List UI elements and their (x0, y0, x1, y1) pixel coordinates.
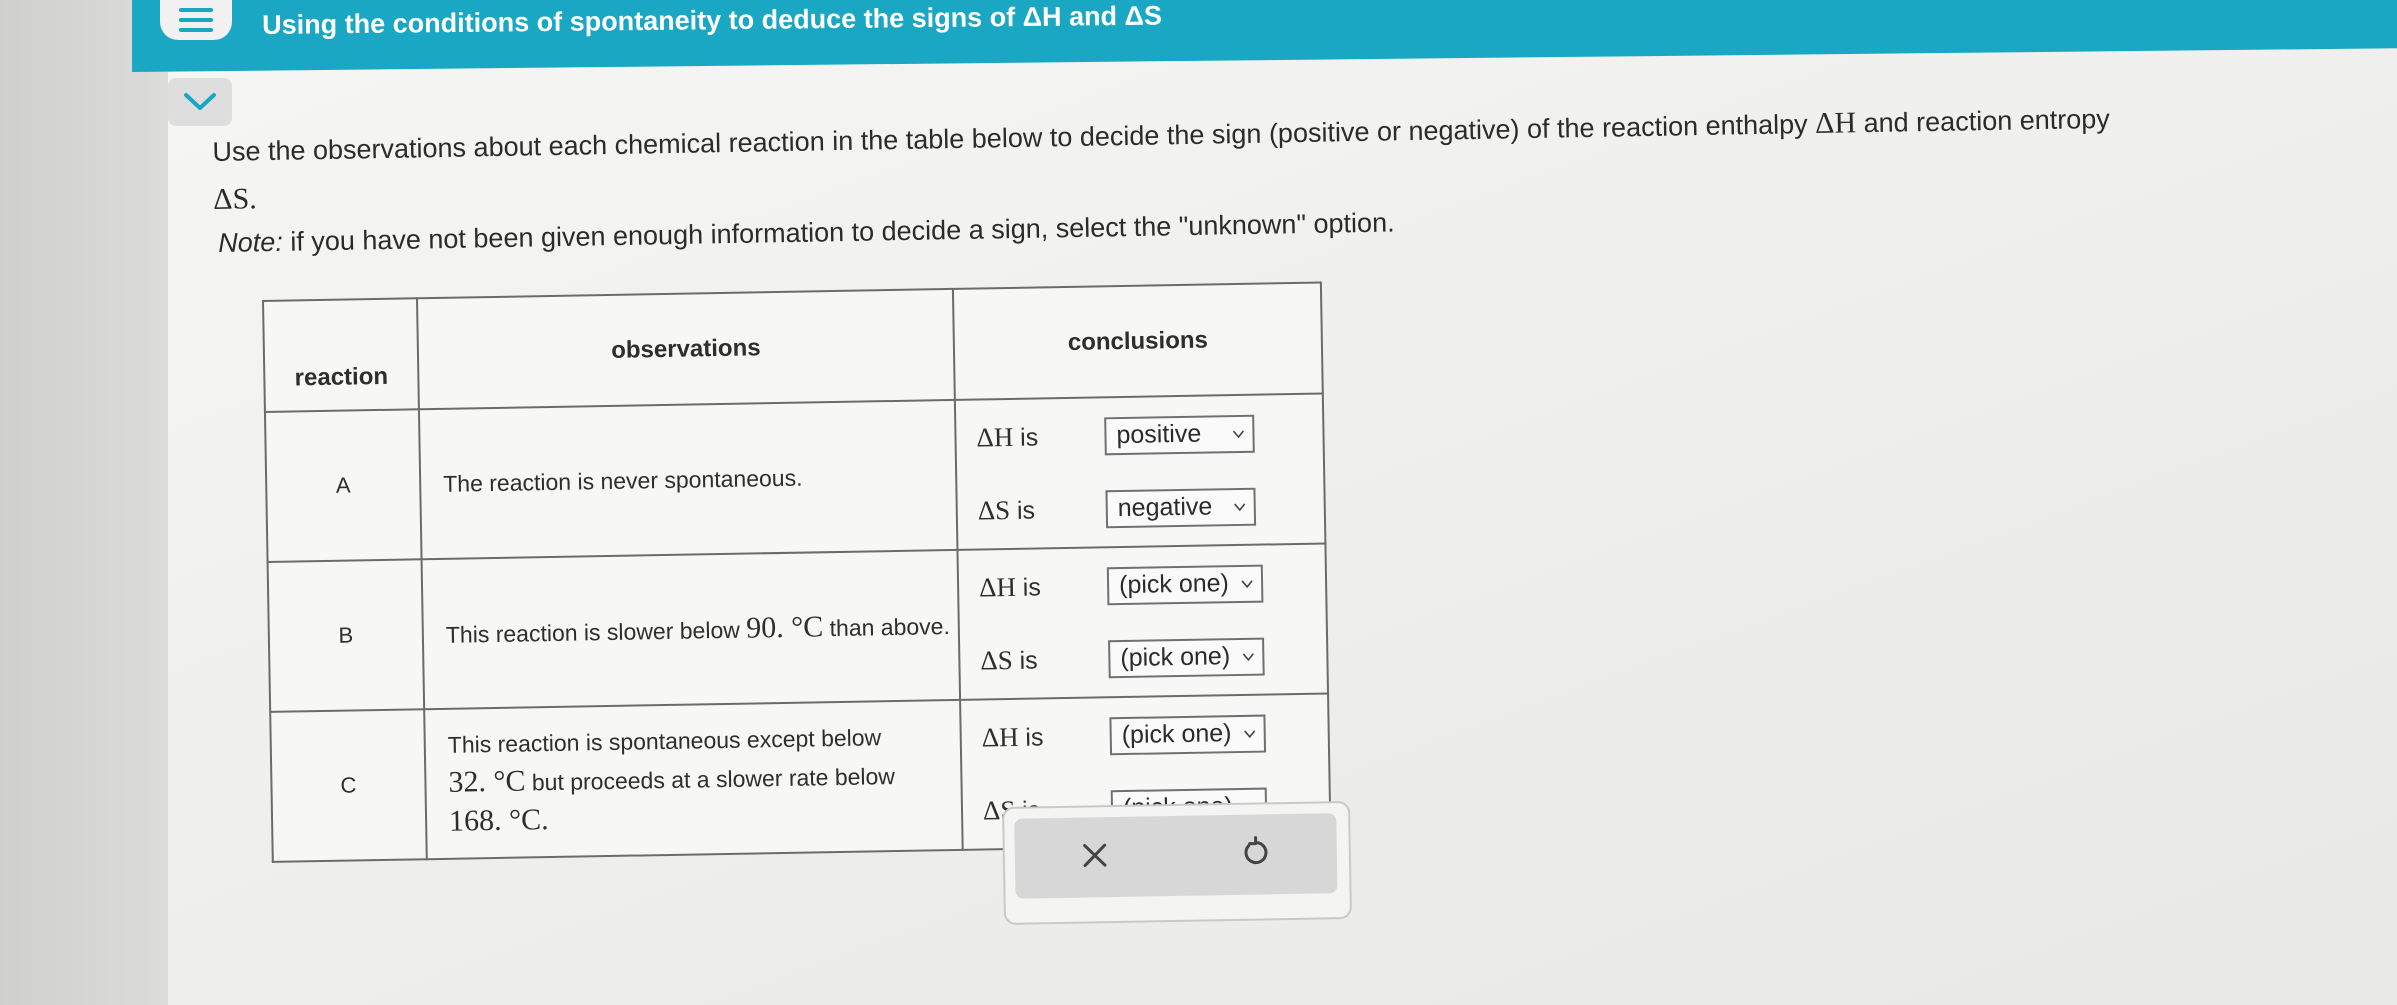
delta-s-select[interactable]: negative (1105, 487, 1257, 528)
delta-h-select[interactable]: positive (1104, 414, 1255, 455)
reaction-table: reaction observations conclusions A The … (262, 281, 1332, 863)
delta-h-symbol: ΔH (1814, 106, 1857, 141)
close-icon (1082, 843, 1107, 867)
delta-s-label: ΔS (980, 644, 1014, 676)
collapse-button[interactable] (168, 78, 232, 126)
left-gutter (0, 0, 168, 1005)
delta-h-select[interactable]: (pick one) (1109, 714, 1266, 755)
delta-s-symbol: ΔS. (212, 182, 258, 216)
delta-s-select[interactable]: (pick one) (1108, 637, 1265, 678)
clear-button[interactable] (1079, 840, 1110, 876)
chevron-down-icon (1242, 652, 1254, 661)
instructions-text-mid: and reaction entropy (1855, 103, 2111, 139)
chevron-down-icon (1232, 429, 1245, 438)
conclusion-cell: ΔH is positive ΔS is negative (954, 393, 1326, 550)
undo-icon (1243, 835, 1267, 864)
action-panel (1002, 800, 1353, 925)
conclusion-cell: ΔH is (pick one) ΔS is (pick one) (957, 543, 1329, 700)
table-header-row: reaction observations conclusions (263, 282, 1323, 412)
undo-button[interactable] (1238, 835, 1273, 875)
observation-text: This reaction is spontaneous except belo… (424, 699, 963, 860)
chevron-down-icon (184, 93, 216, 110)
table-row: B This reaction is slower below 90. °C t… (267, 543, 1329, 712)
delta-h-label: ΔH (981, 721, 1019, 753)
chevron-down-icon (1234, 502, 1246, 511)
table-row: A The reaction is never spontaneous. ΔH … (264, 393, 1326, 562)
delta-h-select[interactable]: (pick one) (1106, 564, 1264, 605)
delta-h-label: ΔH (976, 421, 1014, 453)
reaction-id: A (264, 409, 422, 562)
header-conclusions: conclusions (952, 282, 1323, 400)
header-reaction: reaction (263, 298, 419, 412)
note-label: Note: (218, 226, 284, 258)
chevron-down-icon (1243, 729, 1256, 738)
header-observations: observations (416, 288, 955, 410)
menu-icon (179, 8, 213, 12)
delta-s-label: ΔS (977, 494, 1011, 526)
reaction-id: C (270, 709, 427, 862)
chevron-down-icon (1241, 579, 1253, 588)
reaction-id: B (267, 559, 425, 712)
delta-h-label: ΔH (978, 571, 1017, 603)
observation-text: The reaction is never spontaneous. (418, 399, 958, 560)
observation-text: This reaction is slower below 90. °C tha… (421, 549, 961, 710)
menu-button[interactable] (160, 0, 232, 40)
